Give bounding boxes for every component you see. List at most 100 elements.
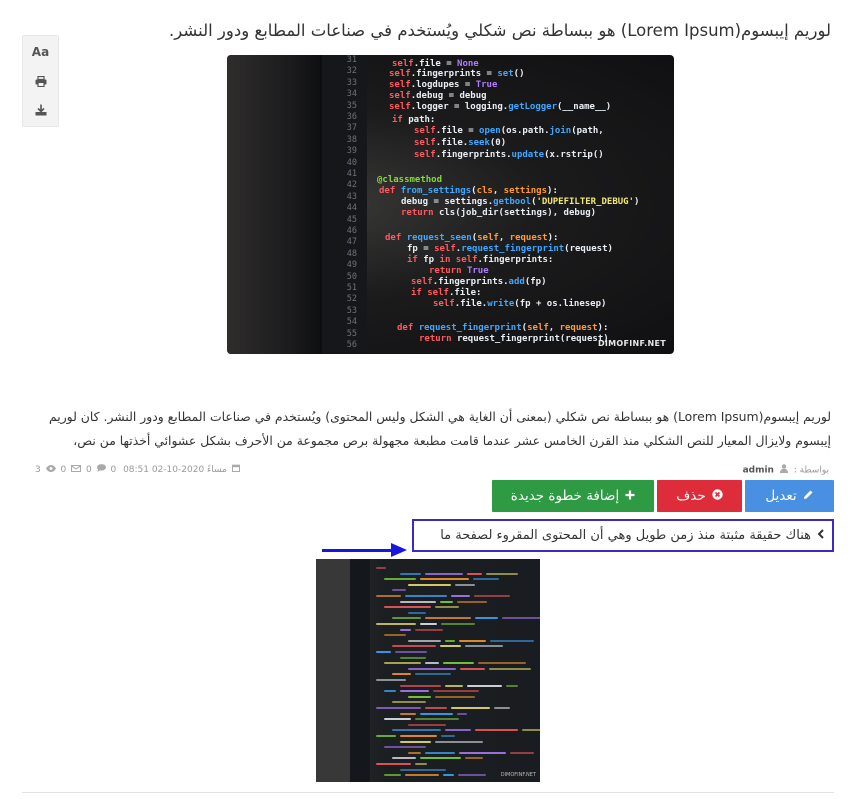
code-token [384,718,411,721]
code-token [441,623,475,625]
plus-icon [625,489,635,503]
code-token [420,757,461,760]
code-token [459,751,506,754]
line-number: 45 [346,214,357,225]
code-token [510,751,534,754]
code-token [425,662,439,665]
code-token [490,639,534,642]
code-token [400,690,429,693]
code-token [376,735,396,737]
line-number: 34 [346,89,357,100]
code-token [400,684,441,687]
shares-count: 3 [35,465,41,475]
image-watermark: DIMOFINF.NET [500,772,536,778]
code-token [376,567,386,569]
code-token [384,662,421,665]
editor-gutter [350,559,370,782]
delete-button[interactable]: حذف [657,480,742,512]
emails-count: 0 [85,465,92,475]
code-token [408,723,446,726]
annotation-arrow-icon [391,543,407,557]
line-number: 41 [346,169,357,179]
add-step-button[interactable]: إضافة خطوة جديدة [492,480,654,512]
line-number: 31 [346,55,357,65]
author-name[interactable]: admin [743,466,774,476]
post-date: 08:51 02-10-2020 مساءً [123,465,227,475]
code-token [475,729,518,732]
download-icon[interactable] [23,96,58,124]
code-token [441,735,455,737]
comment-icon [96,464,106,475]
code-token [376,595,401,597]
code-token [457,712,467,715]
line-number: 35 [346,100,357,111]
line-number: 33 [346,77,357,88]
code-token [443,774,454,777]
code-token [459,639,486,642]
divider [22,792,834,793]
edit-button[interactable]: تعديل [745,480,834,512]
code-token [475,617,498,620]
annotation-arrow-shaft [322,549,392,552]
code-token [405,774,439,777]
code-token [376,679,406,681]
code-token [400,768,446,771]
font-size-icon[interactable]: Aa [23,38,58,66]
code-token [400,600,436,603]
line-number: 43 [346,191,357,202]
code-token [522,729,540,732]
code-token [408,667,456,670]
code-token [425,751,455,754]
comments-count: 0 [110,465,117,475]
step-item[interactable]: هناك حقيقة مثبتة منذ زمن طويل وهي أن الم… [412,519,834,552]
line-number: 49 [346,260,357,271]
delete-button-label: حذف [676,488,706,504]
code-token [465,645,503,648]
code-token [415,628,443,631]
code-token [435,695,475,698]
code-token [384,690,396,693]
chevron-left-icon [817,528,824,543]
monitor-bezel [316,559,350,782]
code-token [478,662,526,665]
line-number: 39 [346,146,357,157]
code-token [502,617,540,620]
article-title: لوريم إيبسوم(Lorem Ipsum) هو ببساطة نص ش… [169,21,831,40]
code-token [445,684,463,687]
code-token [420,623,437,625]
code-token [458,774,486,777]
pencil-icon [803,489,814,503]
code-token [376,763,411,765]
line-number: 55 [346,328,357,339]
line-number: 54 [346,317,357,328]
code-token [384,774,401,777]
code-token [474,595,510,597]
code-token [433,690,479,693]
article-tools: Aa [22,35,59,127]
code-token [376,623,416,625]
code-token [392,589,406,592]
step-image: DIMOFINF.NET [316,559,540,782]
code-token [405,595,447,597]
line-number: 38 [346,134,357,145]
monitor-bezel [227,55,322,354]
code-token [400,628,411,631]
line-number: 46 [346,226,357,236]
print-icon[interactable] [23,67,58,95]
line-number: 37 [346,123,357,134]
code-token [408,695,431,698]
code-token [420,578,469,581]
code-token [392,729,441,732]
article-body: لوريم إيبسوم(Lorem Ipsum) هو ببساطة نص ش… [49,409,831,448]
code-token [473,578,499,581]
edit-button-label: تعديل [765,488,797,504]
line-number: 36 [346,112,357,122]
code-token [445,729,471,732]
code-token [392,617,421,620]
line-number: 42 [346,180,357,191]
code-token [440,645,461,648]
code-token [400,656,426,659]
code-token [425,707,447,709]
line-number: 52 [346,294,357,305]
eye-icon [45,464,56,475]
